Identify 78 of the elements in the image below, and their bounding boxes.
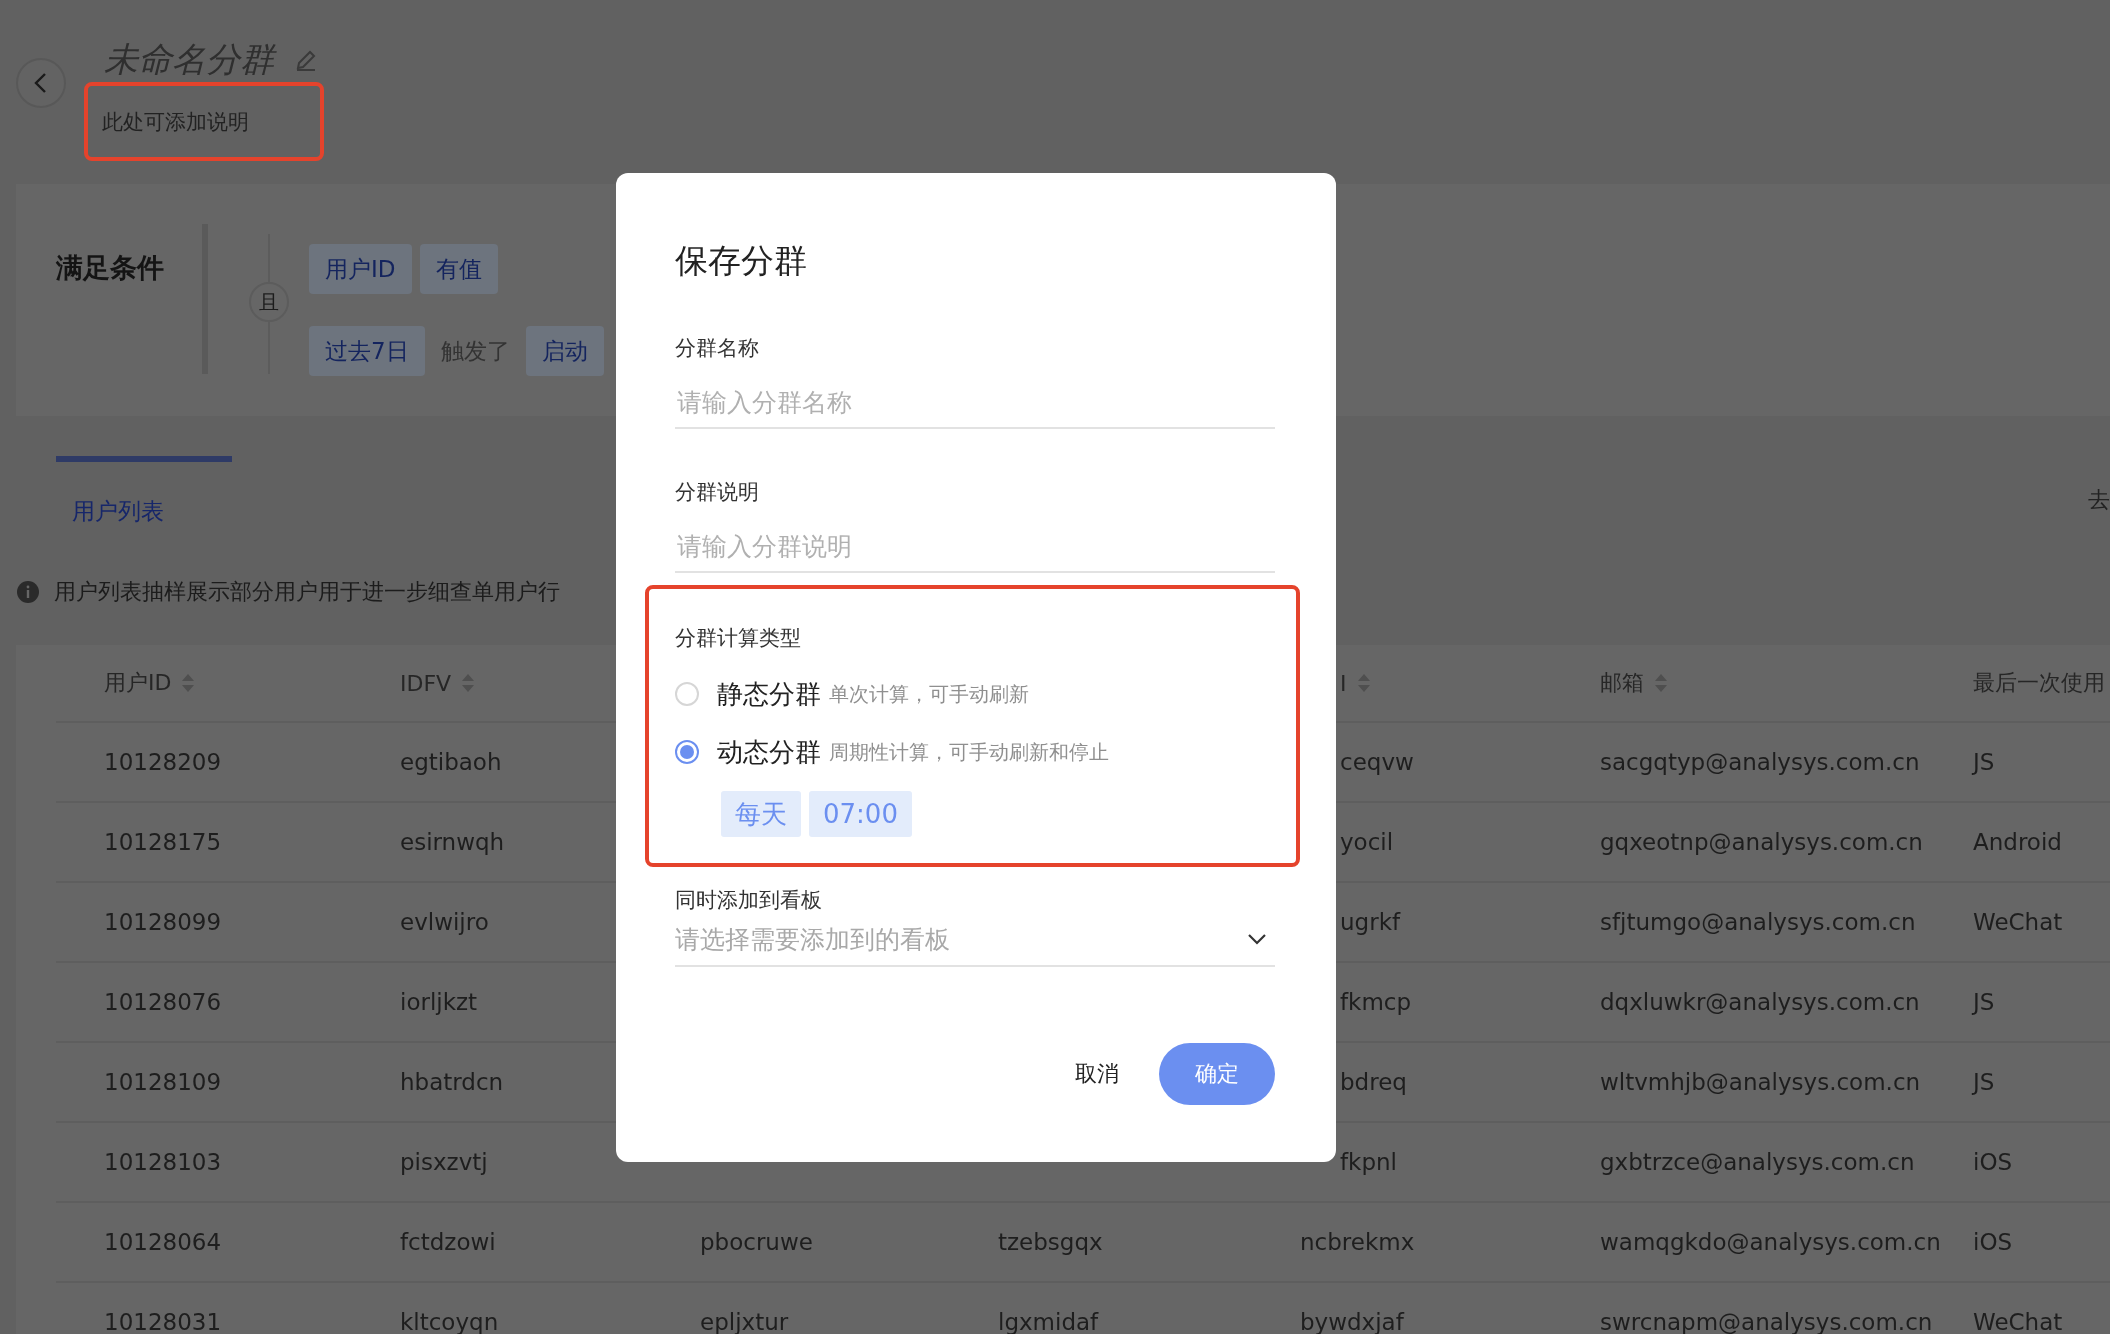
table-cell: ugrkf	[1340, 909, 1401, 935]
table-cell: wamqgkdo@analysys.com.cn	[1600, 1229, 1941, 1255]
table-cell: dqxluwkr@analysys.com.cn	[1600, 989, 1920, 1015]
dialog-title: 保存分群	[675, 241, 807, 281]
column-header: 最后一次使用	[1973, 669, 2105, 697]
table-cell: lgxmidaf	[998, 1309, 1099, 1334]
tab[interactable]: 用户列表	[56, 456, 232, 527]
table-cell: wltvmhjb@analysys.com.cn	[1600, 1069, 1921, 1095]
confirm-button[interactable]: 确定	[1159, 1043, 1275, 1105]
column-header: 邮箱	[1600, 669, 1644, 697]
notice-text: 用户列表抽样展示部分用户用于进一步细查单用户行	[54, 578, 560, 606]
back-button[interactable]	[16, 58, 66, 108]
table-cell: Android	[1973, 829, 2062, 855]
table-cell: JS	[1973, 989, 1995, 1015]
condition-tag[interactable]: 启动	[525, 326, 604, 376]
column-header: I	[1340, 670, 1347, 696]
table-cell: bywdxjaf	[1300, 1309, 1404, 1334]
description-text[interactable]: 此处可添加说明	[84, 82, 324, 161]
field-label: 分群说明	[675, 479, 759, 505]
radio-button[interactable]	[675, 740, 699, 764]
table-cell: pbocruwe	[700, 1229, 813, 1255]
table-cell: epljxtur	[700, 1309, 789, 1334]
table-cell: JS	[1973, 749, 1995, 775]
table-cell: ncbrekmx	[1300, 1229, 1415, 1255]
table-cell: 10128175	[104, 829, 222, 855]
table-cell: 10128064	[104, 1229, 222, 1255]
column-header: IDFV	[400, 670, 452, 696]
table-cell: WeChat	[1973, 1309, 2063, 1334]
column-header: 用户ID	[104, 669, 172, 697]
pencil-icon[interactable]	[294, 48, 318, 72]
table-cell: esirnwqh	[400, 829, 505, 855]
option-label[interactable]: 静态分群	[717, 676, 821, 712]
table-cell: 10128209	[104, 749, 222, 775]
table-cell: yocil	[1340, 829, 1394, 855]
table-cell: fctdzowi	[400, 1229, 496, 1255]
chevron-down-icon	[1247, 933, 1267, 945]
table-cell: kltcoyqn	[400, 1309, 499, 1334]
table-cell: 10128076	[104, 989, 222, 1015]
table-cell: pisxzvtj	[400, 1149, 488, 1175]
field-label: 同时添加到看板	[675, 887, 822, 913]
cancel-button[interactable]: 取消	[1061, 1049, 1133, 1099]
table-cell: tzebsgqx	[998, 1229, 1103, 1255]
table-cell: iOS	[1973, 1149, 2013, 1175]
table-cell: fkmcp	[1340, 989, 1412, 1015]
table-cell: hbatrdcn	[400, 1069, 504, 1095]
table-cell: 10128099	[104, 909, 222, 935]
table-cell: 10128031	[104, 1309, 222, 1334]
table-cell: JS	[1973, 1069, 1995, 1095]
condition-tag[interactable]: 有值	[419, 244, 498, 294]
table-cell: sacgqtyp@analysys.com.cn	[1600, 749, 1920, 775]
field-label: 分群计算类型	[675, 625, 802, 651]
table-cell: fkpnl	[1340, 1149, 1397, 1175]
dashboard-select[interactable]: 请选择需要添加到的看板	[675, 913, 1275, 967]
table-cell: sfjtumgo@analysys.com.cn	[1600, 909, 1916, 935]
table-cell: ceqvw	[1340, 749, 1414, 775]
time-tag[interactable]: 07:00	[809, 791, 912, 837]
table-cell: iorljkzt	[400, 989, 478, 1015]
conditions-label: 满足条件	[56, 251, 164, 285]
table-cell: gqxeotnp@analysys.com.cn	[1600, 829, 1923, 855]
table-cell: swrcnapm@analysys.com.cn	[1600, 1309, 1933, 1334]
table-cell: iOS	[1973, 1229, 2013, 1255]
option-label[interactable]: 动态分群	[717, 734, 821, 770]
and-connector: 且	[249, 282, 289, 322]
info-icon	[17, 581, 39, 603]
frequency-tag[interactable]: 每天	[721, 791, 801, 837]
table-cell: WeChat	[1973, 909, 2063, 935]
condition-tag[interactable]: 用户ID	[309, 244, 412, 294]
condition-tag[interactable]: 过去7日	[309, 326, 425, 376]
option-description: 单次计算，可手动刷新	[829, 680, 1029, 708]
table-cell: egtibaoh	[400, 749, 502, 775]
option-description: 周期性计算，可手动刷新和停止	[829, 738, 1109, 766]
side-link[interactable]: 去	[2088, 485, 2110, 515]
table-cell: bdreq	[1340, 1069, 1407, 1095]
field-label: 分群名称	[675, 335, 759, 361]
table-cell: evlwijro	[400, 909, 489, 935]
table-cell: gxbtrzce@analysys.com.cn	[1600, 1149, 1915, 1175]
table-cell: 10128103	[104, 1149, 222, 1175]
table-cell: 10128109	[104, 1069, 222, 1095]
